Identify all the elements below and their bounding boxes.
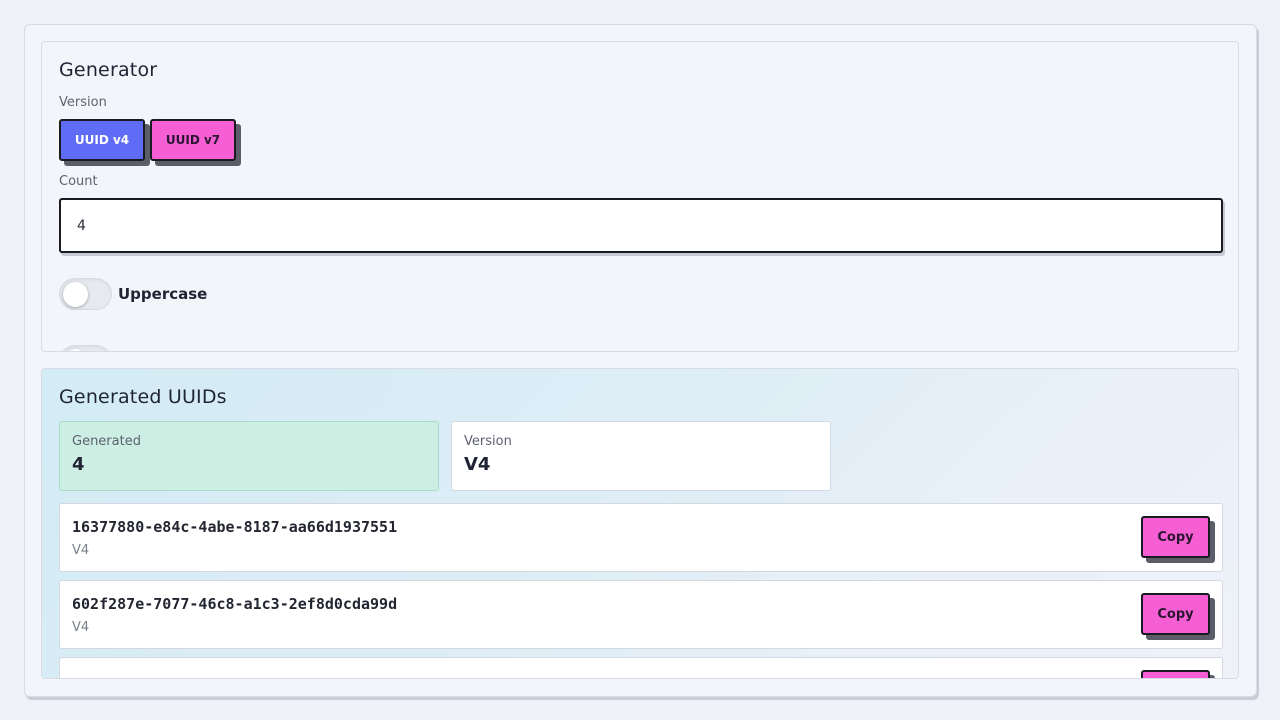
second-toggle[interactable] [59, 345, 112, 351]
generator-title: Generator [59, 59, 158, 81]
uuid-version: V4 [72, 543, 90, 558]
toggle-knob [63, 282, 88, 307]
copy-button[interactable] [1141, 670, 1210, 678]
generated-stat-label: Generated [72, 434, 141, 449]
generated-stat-card: Generated 4 [59, 421, 439, 491]
uuid-list-item [59, 657, 1223, 678]
uuid-v7-button[interactable]: UUID v7 [150, 119, 236, 161]
count-input[interactable] [59, 198, 1223, 253]
second-toggle-row [59, 345, 118, 351]
copy-button[interactable]: Copy [1141, 516, 1210, 558]
version-stat-label: Version [464, 434, 512, 449]
uuid-value: 16377880-e84c-4abe-8187-aa66d1937551 [72, 518, 398, 536]
copy-button[interactable]: Copy [1141, 593, 1210, 635]
uuid-value: 602f287e-7077-46c8-a1c3-2ef8d0cda99d [72, 595, 398, 613]
uuid-v4-button[interactable]: UUID v4 [59, 119, 145, 161]
toggle-knob [63, 349, 88, 351]
version-stat-card: Version V4 [451, 421, 831, 491]
version-stat-value: V4 [464, 454, 491, 475]
uppercase-toggle-row: Uppercase [59, 278, 207, 310]
count-label: Count [59, 174, 98, 189]
generator-panel: Generator Version UUID v4 UUID v7 Count … [41, 41, 1239, 352]
uuid-list-item: 16377880-e84c-4abe-8187-aa66d1937551 V4 … [59, 503, 1223, 572]
app-frame: Generator Version UUID v4 UUID v7 Count … [24, 24, 1257, 697]
version-label: Version [59, 95, 107, 110]
uuid-version: V4 [72, 620, 90, 635]
uppercase-label: Uppercase [118, 285, 208, 303]
results-panel: Generated UUIDs Generated 4 Version V4 1… [41, 368, 1239, 679]
uuid-list-item: 602f287e-7077-46c8-a1c3-2ef8d0cda99d V4 … [59, 580, 1223, 649]
generated-stat-value: 4 [72, 454, 85, 475]
results-title: Generated UUIDs [59, 386, 227, 408]
uppercase-toggle[interactable] [59, 278, 112, 310]
